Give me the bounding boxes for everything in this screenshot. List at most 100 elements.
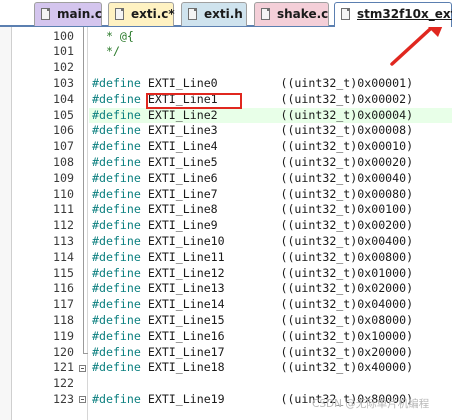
line-number: 102 [53, 60, 74, 75]
preprocessor-keyword: #define [92, 360, 141, 375]
code-text: */ [92, 44, 120, 60]
code-text: #define EXTI_Line7 ((uint32_t)0x00080) [92, 187, 413, 203]
macro-name: EXTI_Line12 [147, 265, 225, 280]
code-text: #define EXTI_Line4 ((uint32_t)0x00010) [92, 139, 413, 155]
line-number: 113 [53, 233, 74, 248]
preprocessor-keyword: #define [92, 297, 141, 312]
macro-name: EXTI_Line3 [147, 123, 218, 138]
macro-value: ((uint32_t)0x02000) [280, 281, 414, 296]
preprocessor-keyword: #define [92, 344, 141, 359]
code-text: #define EXTI_Line2 ((uint32_t)0x00004) [92, 108, 413, 124]
line-number: 111 [53, 202, 74, 217]
fold-bracket-end [83, 352, 88, 354]
fold-toggle-icon[interactable] [79, 364, 86, 372]
file-icon [41, 8, 50, 20]
tab-shake-c[interactable]: shake.c [254, 2, 329, 26]
preprocessor-keyword: #define [92, 123, 141, 138]
line-number: 107 [53, 139, 74, 154]
code-text: #define EXTI_Line0 ((uint32_t)0x00001) [92, 76, 413, 92]
preprocessor-keyword: #define [92, 391, 141, 406]
line-number: 121 [53, 360, 74, 375]
macro-value: ((uint32_t)0x00800) [280, 249, 414, 264]
tab-exti-h[interactable]: exti.h [181, 2, 247, 26]
tab-label: main.c [57, 7, 102, 21]
line-number: 122 [53, 376, 74, 391]
line-number: 108 [53, 154, 74, 169]
comment-text: */ [92, 44, 120, 59]
macro-name: EXTI_Line0 [147, 75, 218, 90]
macro-name: EXTI_Line8 [147, 202, 218, 217]
preprocessor-keyword: #define [92, 265, 141, 280]
code-text: #define EXTI_Line3 ((uint32_t)0x00008) [92, 123, 413, 139]
code-line: 112 #define EXTI_Line9 ((uint32_t)0x00200) [0, 218, 452, 234]
code-text: * @{ [92, 29, 134, 45]
preprocessor-keyword: #define [92, 107, 141, 122]
code-line: 117 #define EXTI_Line14 ((uint32_t)0x04000… [0, 297, 452, 313]
code-text: #define EXTI_Line9 ((uint32_t)0x00200) [92, 218, 413, 234]
code-text: #define EXTI_Line12 ((uint32_t)0x01000) [92, 266, 413, 282]
file-icon [341, 8, 350, 20]
macro-value: ((uint32_t)0x00040) [280, 170, 414, 185]
macro-value: ((uint32_t)0x01000) [280, 265, 414, 280]
preprocessor-keyword: #define [92, 202, 141, 217]
tab-label: shake.c [277, 7, 329, 21]
code-text: #define EXTI_Line13 ((uint32_t)0x02000) [92, 281, 413, 297]
macro-name: EXTI_Line9 [147, 218, 218, 233]
preprocessor-keyword: #define [92, 91, 141, 106]
macro-value: ((uint32_t)0x40000) [280, 360, 414, 375]
code-line: 115 #define EXTI_Line12 ((uint32_t)0x01000… [0, 266, 452, 282]
macro-value: ((uint32_t)0x00080) [280, 186, 414, 201]
code-line: 118 #define EXTI_Line15 ((uint32_t)0x08000… [0, 313, 452, 329]
line-number: 100 [53, 28, 74, 43]
macro-name: EXTI_Line19 [147, 391, 225, 406]
code-line: 120 #define EXTI_Line17 ((uint32_t)0x20000… [0, 345, 452, 361]
tab-label: exti.h [204, 7, 243, 21]
editor-tab-bar: main.c exti.c* exti.h shake.c stm32f10x_exti… [0, 0, 452, 27]
macro-name: EXTI_Line13 [147, 281, 225, 296]
line-number: 115 [53, 265, 74, 280]
macro-name: EXTI_Line10 [147, 233, 225, 248]
macro-name: EXTI_Line15 [147, 312, 225, 327]
code-text: #define EXTI_Line18 ((uint32_t)0x40000) [92, 360, 413, 376]
macro-value: ((uint32_t)0x10000) [280, 328, 414, 343]
code-text: #define EXTI_Line17 ((uint32_t)0x20000) [92, 345, 413, 361]
macro-value: ((uint32_t)0x00400) [280, 233, 414, 248]
line-number: 118 [53, 312, 74, 327]
preprocessor-keyword: #define [92, 312, 141, 327]
macro-name: EXTI_Line7 [147, 186, 218, 201]
macro-value: ((uint32_t)0x00002) [280, 91, 414, 106]
code-line: 121 #define EXTI_Line18 ((uint32_t)0x40000… [0, 360, 452, 376]
preprocessor-keyword: #define [92, 328, 141, 343]
code-text: #define EXTI_Line6 ((uint32_t)0x00040) [92, 171, 413, 187]
code-line: 114 #define EXTI_Line11 ((uint32_t)0x00800… [0, 250, 452, 266]
preprocessor-keyword: #define [92, 75, 141, 90]
tab-exti-c[interactable]: exti.c* [108, 2, 175, 26]
code-text: #define EXTI_Line10 ((uint32_t)0x00400) [92, 234, 413, 250]
preprocessor-keyword: #define [92, 233, 141, 248]
line-number: 109 [53, 170, 74, 185]
comment-text: * @{ [92, 28, 134, 43]
code-text: #define EXTI_Line5 ((uint32_t)0x00020) [92, 155, 413, 171]
line-number: 101 [53, 44, 74, 59]
line-number: 119 [53, 328, 74, 343]
macro-value: ((uint32_t)0x00001) [280, 75, 414, 90]
line-number: 120 [53, 344, 74, 359]
tab-main-c[interactable]: main.c [34, 2, 102, 26]
line-number: 110 [53, 186, 74, 201]
code-text: #define EXTI_Line11 ((uint32_t)0x00800) [92, 250, 413, 266]
line-number: 123 [53, 391, 74, 406]
preprocessor-keyword: #define [92, 186, 141, 201]
preprocessor-keyword: #define [92, 249, 141, 264]
macro-name: EXTI_Line4 [147, 139, 218, 154]
code-text: #define EXTI_Line15 ((uint32_t)0x08000) [92, 313, 413, 329]
watermark: CSDN @无际单片机编程 [312, 398, 430, 410]
file-icon [115, 8, 124, 20]
code-line: 106 #define EXTI_Line3 ((uint32_t)0x00008) [0, 123, 452, 139]
code-line: 105 #define EXTI_Line2 ((uint32_t)0x00004) [0, 107, 452, 124]
code-line: 119 #define EXTI_Line16 ((uint32_t)0x10000… [0, 329, 452, 345]
fold-toggle-icon[interactable] [79, 396, 86, 404]
macro-name: EXTI_Line5 [147, 154, 218, 169]
tab-stm32f10x-exti-h[interactable]: stm32f10x_exti.h [334, 2, 452, 27]
tab-label: exti.c* [131, 7, 175, 21]
preprocessor-keyword: #define [92, 218, 141, 233]
